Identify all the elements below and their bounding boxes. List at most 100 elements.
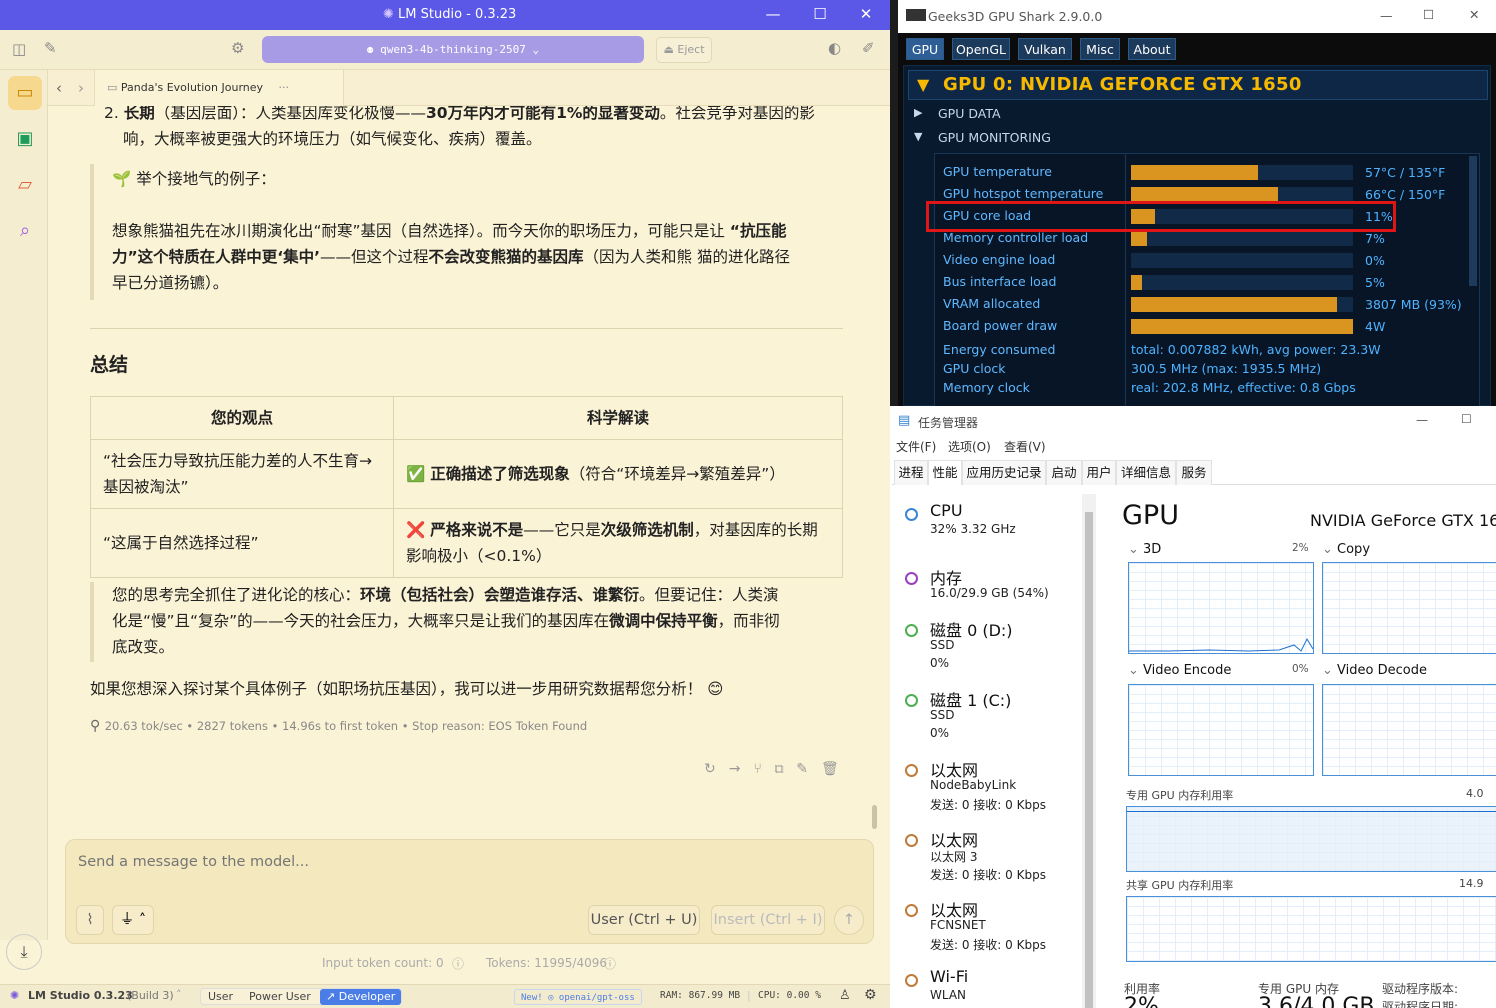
chevron-up-icon[interactable]: ˄	[176, 988, 182, 1001]
resource-item[interactable]: 磁盘 0 (D:) SSD 0%	[890, 614, 1082, 678]
tab-app-history[interactable]: 应用历史记录	[962, 460, 1046, 485]
new-model-badge[interactable]: New! ◎ openai/gpt-oss	[514, 989, 642, 1005]
message-input[interactable]	[78, 850, 858, 874]
engine-copy-label[interactable]: ⌄ Copy	[1322, 542, 1370, 557]
driver-version-label: 驱动程序版本:	[1382, 982, 1459, 996]
tab-performance[interactable]: 性能	[928, 460, 962, 485]
mode-developer-button[interactable]: ↗ Developer	[320, 989, 402, 1005]
settings-gear-icon[interactable]: ⚙	[864, 987, 877, 1003]
menu-file[interactable]: 文件(F)	[896, 438, 936, 455]
tab-more-button[interactable]: ···	[279, 81, 290, 94]
tab-details[interactable]: 详细信息	[1116, 460, 1176, 485]
mode-power-user-button[interactable]: Power User	[243, 989, 317, 1005]
resource-status-dot	[905, 508, 918, 521]
close-icon[interactable]: ✕	[1469, 7, 1479, 22]
forward-arrow-icon[interactable]: ›	[78, 79, 84, 97]
developer-terminal-icon[interactable]: ▣	[8, 122, 42, 156]
help-icon[interactable]: ⓘ	[452, 955, 464, 972]
tm-title-bar: ▤ 任务管理器 — ☐	[890, 406, 1496, 436]
chat-icon[interactable]: ▭	[8, 76, 42, 110]
menu-options[interactable]: 选项(O)	[948, 438, 991, 455]
tab-startup[interactable]: 启动	[1046, 460, 1082, 485]
tab-misc[interactable]: Misc	[1080, 38, 1120, 60]
minimize-icon[interactable]: —	[1380, 8, 1393, 23]
resource-item[interactable]: 以太网 以太网 3 发送: 0 接收: 0 Kbps	[890, 824, 1082, 888]
resource-item[interactable]: 以太网 NodeBabyLink 发送: 0 接收: 0 Kbps	[890, 754, 1082, 818]
delete-icon[interactable]: 🗑	[821, 761, 852, 777]
chevron-down-icon: ⌄	[525, 43, 540, 56]
minimize-icon[interactable]: —	[1416, 413, 1428, 427]
maximize-icon[interactable]: ☐	[1461, 412, 1472, 426]
resource-item[interactable]: Wi-FiWLAN发送: 0 接收: 104 Kbps	[890, 964, 1082, 1008]
resource-list-scrollbar[interactable]	[1082, 494, 1096, 1008]
continue-icon[interactable]: →	[729, 761, 754, 777]
new-chat-icon[interactable]: ✎	[44, 39, 57, 57]
tab-conversation[interactable]: ▭ Panda's Evolution Journey ···	[94, 70, 344, 106]
code-icon: ↗	[326, 990, 339, 1003]
text: 想象熊猫祖先在冰川期演化出“耐寒”基因（自然选择）。而今天你的职场压力，可能只是…	[112, 222, 725, 240]
graph-copy	[1322, 562, 1496, 654]
regenerate-icon[interactable]: ↻	[704, 761, 729, 777]
help-icon[interactable]: ⓘ	[604, 955, 616, 972]
model-selector[interactable]: ⚉ qwen3-4b-thinking-2507 ⌄	[262, 36, 644, 63]
copy-icon[interactable]: ⧉	[775, 761, 796, 777]
attach-button[interactable]: ⌇	[76, 905, 104, 935]
tab-services[interactable]: 服务	[1176, 460, 1212, 485]
tab-vulkan[interactable]: Vulkan	[1018, 38, 1072, 60]
search-icon[interactable]: ⌕	[8, 214, 42, 248]
mode-user-button[interactable]: User	[202, 989, 239, 1005]
edit-icon[interactable]: ✎	[796, 761, 821, 777]
monitor-scrollbar[interactable]	[1469, 156, 1477, 286]
user-role-button[interactable]: User (Ctrl + U)	[588, 905, 700, 935]
engine-3d-label[interactable]: ⌄ 3D	[1128, 542, 1161, 557]
resource-sub2: 发送: 0 接收: 0 Kbps	[930, 938, 1046, 952]
resource-item[interactable]: CPU 32% 3.32 GHz	[890, 498, 1082, 562]
engine-video-encode-label[interactable]: ⌄ Video Encode	[1128, 663, 1231, 678]
chat-scrollbar[interactable]	[872, 805, 877, 829]
resource-item[interactable]: 磁盘 1 (C:) SSD 0%	[890, 684, 1082, 748]
branch-icon[interactable]: ⑂	[753, 761, 774, 777]
gpu-model: NVIDIA GeForce GTX 1650	[1310, 511, 1496, 530]
theme-palette-icon[interactable]: ◐	[828, 39, 841, 57]
section-gpu-data[interactable]: ▶ GPU DATA	[914, 106, 1001, 121]
dedicated-mem-max: 4.0	[1466, 787, 1484, 800]
lm-studio-window: LM Studio - 0.3.23 — ☐ ✕ ◫ ✎ ⚙ ⚉ qwen3-4…	[0, 0, 890, 1008]
plugin-button[interactable]: ⏚ ˄	[112, 905, 154, 935]
resource-item[interactable]: 以太网 FCNSNET 发送: 0 接收: 0 Kbps	[890, 894, 1082, 958]
resource-sub2: 发送: 0 接收: 0 Kbps	[930, 868, 1046, 882]
chat-transcript: 2. 长期（基因层面）：人类基因库变化极慢——30万年内才可能有1%的显著变动。…	[48, 106, 874, 838]
maximize-icon[interactable]: ☐	[805, 5, 835, 23]
metric-bar-fill	[1131, 231, 1147, 246]
close-icon[interactable]: ✕	[851, 5, 881, 23]
tab-about[interactable]: About	[1128, 38, 1176, 60]
tab-opengl[interactable]: OpenGL	[952, 38, 1010, 60]
metric-text-value: real: 202.8 MHz, effective: 0.8 Gbps	[1131, 380, 1356, 395]
maximize-icon[interactable]: ☐	[1423, 7, 1434, 22]
minimize-icon[interactable]: —	[758, 5, 788, 23]
summary-table: 您的观点 科学解读 “社会压力导致抗压能力差的人不生育→基因被淘汰” ✅ 正确描…	[90, 396, 843, 578]
menu-view[interactable]: 查看(V)	[1004, 438, 1046, 455]
back-arrow-icon[interactable]: ‹	[56, 79, 62, 97]
insert-button[interactable]: Insert (Ctrl + I)	[711, 905, 825, 935]
table-header: 科学解读	[393, 396, 843, 440]
section-gpu-monitoring[interactable]: ▼ GPU MONITORING	[914, 130, 1051, 145]
eject-button[interactable]: ⏏ Eject	[656, 37, 712, 63]
table-cell: “这属于自然选择过程”	[90, 508, 394, 578]
table-header: 您的观点	[90, 396, 394, 440]
user-icon[interactable]: ♙	[839, 988, 851, 1003]
tab-gpu[interactable]: GPU	[906, 38, 944, 60]
tab-users[interactable]: 用户	[1082, 460, 1116, 485]
wrench-icon[interactable]: ✐	[862, 39, 875, 57]
sidebar-toggle-icon[interactable]: ◫	[12, 40, 26, 58]
send-button[interactable]: ↑	[834, 905, 864, 935]
engine-video-decode-label[interactable]: ⌄ Video Decode	[1322, 663, 1427, 678]
metric-bar	[1131, 319, 1353, 334]
gpu-header[interactable]: ▼ GPU 0: NVIDIA GEFORCE GTX 1650	[908, 70, 1488, 100]
lightbulb-icon: ⚲	[90, 718, 105, 734]
plug-icon: ⏚ ˄	[119, 912, 147, 928]
download-icon[interactable]: ⤓	[6, 934, 42, 970]
settings-gear-icon[interactable]: ⚙	[231, 39, 244, 57]
folder-icon[interactable]: ▱	[8, 168, 42, 202]
tab-processes[interactable]: 进程	[894, 460, 928, 485]
bold-text: 30万年内才可能有1%的显著变动	[426, 106, 660, 122]
